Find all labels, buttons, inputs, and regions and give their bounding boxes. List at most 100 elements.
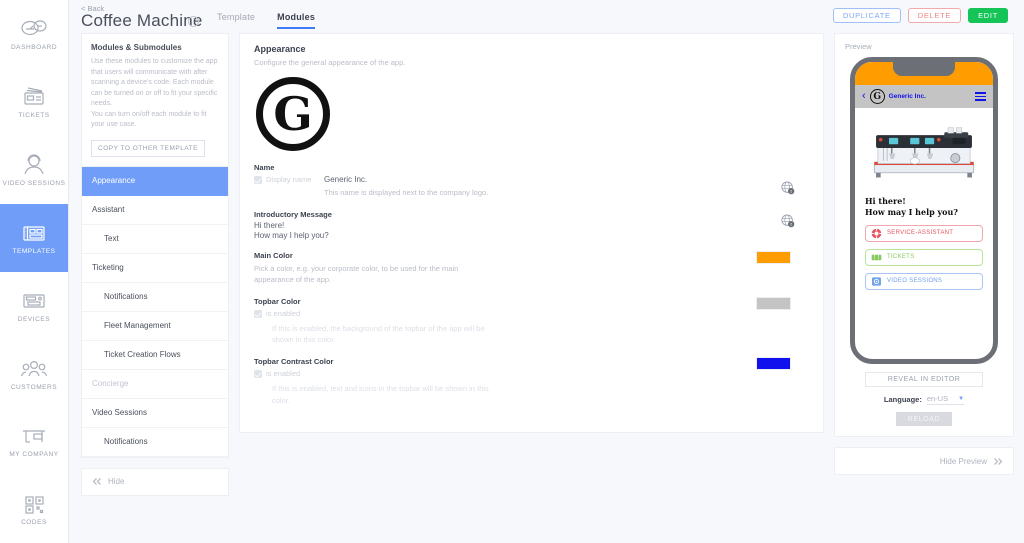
field-topbar-contrast-color-label: Topbar Contrast Color xyxy=(254,357,334,366)
company-logo[interactable]: G xyxy=(256,77,809,151)
modules-description: Use these modules to customize the app t… xyxy=(91,58,218,128)
nav-item-video-sessions[interactable]: VIDEO SESSIONS xyxy=(0,136,68,204)
hide-modules-label: Hide xyxy=(108,477,125,486)
topbar-color-swatch[interactable] xyxy=(756,296,791,310)
duplicate-button[interactable]: DUPLICATE xyxy=(832,8,901,23)
nav-label: MY COMPANY xyxy=(9,451,59,459)
nav-label: VIDEO SESSIONS xyxy=(2,179,66,187)
nav-item-tickets[interactable]: TICKETS xyxy=(0,68,68,136)
field-topbar-color-hint: If this is enabled, the background of th… xyxy=(272,323,485,345)
field-intro-line1[interactable]: Hi there! xyxy=(254,221,809,230)
nav-label: TEMPLATES xyxy=(12,247,56,255)
phone-button-label: TICKETS xyxy=(887,254,915,261)
module-item-fleet-management[interactable]: Fleet Management xyxy=(82,312,228,341)
hide-preview-label: Hide Preview xyxy=(939,456,987,466)
content-area: Modules & Submodules Use these modules t… xyxy=(69,33,1024,543)
field-topbar-color-label: Topbar Color xyxy=(254,296,301,306)
module-item-video-notifications[interactable]: Notifications xyxy=(82,428,228,457)
tab-bar: Template Modules xyxy=(217,12,316,29)
field-intro-line2[interactable]: How may I help you? xyxy=(254,231,809,240)
field-topbar-color: Topbar Color is enabled If this is enabl… xyxy=(254,296,809,346)
module-item-ticketing-notifications[interactable]: Notifications xyxy=(82,283,228,312)
lifebuoy-icon xyxy=(871,228,882,239)
module-item-appearance[interactable]: Appearance xyxy=(82,166,228,196)
translate-count: 2 xyxy=(790,189,792,193)
dashboard-icon xyxy=(19,16,49,42)
video-sessions-icon xyxy=(19,152,49,178)
reload-button[interactable]: RELOAD xyxy=(896,412,952,426)
module-item-concierge[interactable]: Concierge xyxy=(82,370,228,399)
field-name-value[interactable]: Generic Inc. xyxy=(324,175,488,184)
chevron-down-icon: ▼ xyxy=(958,395,965,402)
globe-icon[interactable]: 2 xyxy=(781,181,795,195)
my-company-icon xyxy=(19,423,49,449)
checkbox-icon xyxy=(254,309,262,318)
preview-column: Preview ‹ G Generic Inc. Hi there! How m… xyxy=(834,33,1014,543)
phone-logo: G xyxy=(869,89,885,104)
checkbox-icon xyxy=(254,176,262,184)
nav-item-templates[interactable]: TEMPLATES xyxy=(0,203,68,272)
module-item-assistant[interactable]: Assistant xyxy=(82,196,228,225)
topbar-contrast-color-swatch[interactable] xyxy=(756,357,791,370)
tab-template[interactable]: Template xyxy=(217,12,255,29)
copy-to-other-template-button[interactable]: COPY TO OTHER TEMPLATE xyxy=(91,139,205,157)
main-color-swatch[interactable] xyxy=(756,250,791,264)
hide-preview-button[interactable]: Hide Preview xyxy=(834,447,1014,475)
video-camera-icon xyxy=(871,276,882,287)
module-item-ticketing[interactable]: Ticketing xyxy=(82,254,228,283)
phone-company-name: Generic Inc. xyxy=(888,93,926,100)
nav-label: DASHBOARD xyxy=(10,44,58,52)
info-icon[interactable]: i xyxy=(188,16,199,27)
field-topbar-contrast-color-hint: If this is enabled, text and icons in th… xyxy=(272,383,489,405)
nav-item-dashboard[interactable]: DASHBOARD xyxy=(0,0,68,68)
nav-item-my-company[interactable]: MY COMPANY xyxy=(0,407,68,475)
language-value: en-US xyxy=(926,394,949,403)
delete-button[interactable]: DELETE xyxy=(907,8,962,23)
topbar-contrast-enabled-checkbox[interactable]: is enabled xyxy=(254,369,809,380)
phone-button-service-assistant[interactable]: SERVICE-ASSISTANT xyxy=(865,224,983,242)
appearance-subheading: Configure the general appearance of the … xyxy=(254,58,406,67)
display-name-checkbox[interactable]: Display name xyxy=(254,175,316,199)
phone-button-video-sessions[interactable]: VIDEO SESSIONS xyxy=(865,272,983,290)
nav-item-customers[interactable]: CUSTOMERS xyxy=(0,339,68,407)
templates-icon xyxy=(19,220,49,246)
checkbox-icon xyxy=(254,370,262,378)
field-name-hint: This name is displayed next to the compa… xyxy=(324,188,489,197)
nav-label: CUSTOMERS xyxy=(10,383,58,391)
phone-statusbar xyxy=(855,62,993,85)
nav-item-devices[interactable]: DEVICES xyxy=(0,272,68,340)
module-item-ticket-creation-flows[interactable]: Ticket Creation Flows xyxy=(82,341,228,370)
nav-label: CODES xyxy=(21,519,47,527)
appearance-heading: Appearance xyxy=(254,44,306,54)
globe-icon[interactable]: 2 xyxy=(781,214,795,228)
chevron-left-icon[interactable]: ‹ xyxy=(862,91,866,102)
topbar-color-enabled-label: is enabled xyxy=(266,308,301,318)
chevron-double-left-icon xyxy=(92,478,101,485)
modules-heading: Modules & Submodules xyxy=(91,43,182,52)
field-introductory-message: Introductory Message Hi there! How may I… xyxy=(254,210,809,240)
coffee-machine-image xyxy=(855,108,993,194)
preview-title: Preview xyxy=(845,42,872,51)
nav-item-codes[interactable]: CODES xyxy=(0,475,68,543)
hamburger-icon[interactable] xyxy=(975,92,986,101)
field-name: Name Display name Generic Inc. This name… xyxy=(254,163,809,199)
tab-modules[interactable]: Modules xyxy=(277,12,316,29)
phone-topbar: ‹ G Generic Inc. xyxy=(855,85,993,108)
field-name-label: Name xyxy=(254,163,275,172)
app-root: DASHBOARD TICKETS VIDEO SESSIONS TEMPLAT… xyxy=(0,0,1024,543)
module-item-text[interactable]: Text xyxy=(82,225,228,254)
page-title: Coffee Machine xyxy=(81,11,203,30)
phone-button-tickets[interactable]: TICKETS xyxy=(865,248,983,266)
modules-column: Modules & Submodules Use these modules t… xyxy=(81,33,229,543)
language-select[interactable]: en-US ▼ xyxy=(926,394,965,405)
topbar-color-enabled-checkbox[interactable]: is enabled xyxy=(254,309,809,320)
hide-modules-button[interactable]: Hide xyxy=(81,467,229,496)
modules-list: Appearance Assistant Text Ticketing Noti… xyxy=(81,166,229,458)
primary-nav-rail: DASHBOARD TICKETS VIDEO SESSIONS TEMPLAT… xyxy=(0,0,69,543)
nav-label: DEVICES xyxy=(17,315,51,323)
codes-icon xyxy=(19,491,49,517)
phone-body: Hi there! How may I help you? SERVICE-AS… xyxy=(855,194,993,292)
edit-button[interactable]: EDIT xyxy=(968,8,1008,23)
module-item-video-sessions[interactable]: Video Sessions xyxy=(82,399,228,428)
reveal-in-editor-button[interactable]: REVEAL IN EDITOR xyxy=(865,372,983,387)
